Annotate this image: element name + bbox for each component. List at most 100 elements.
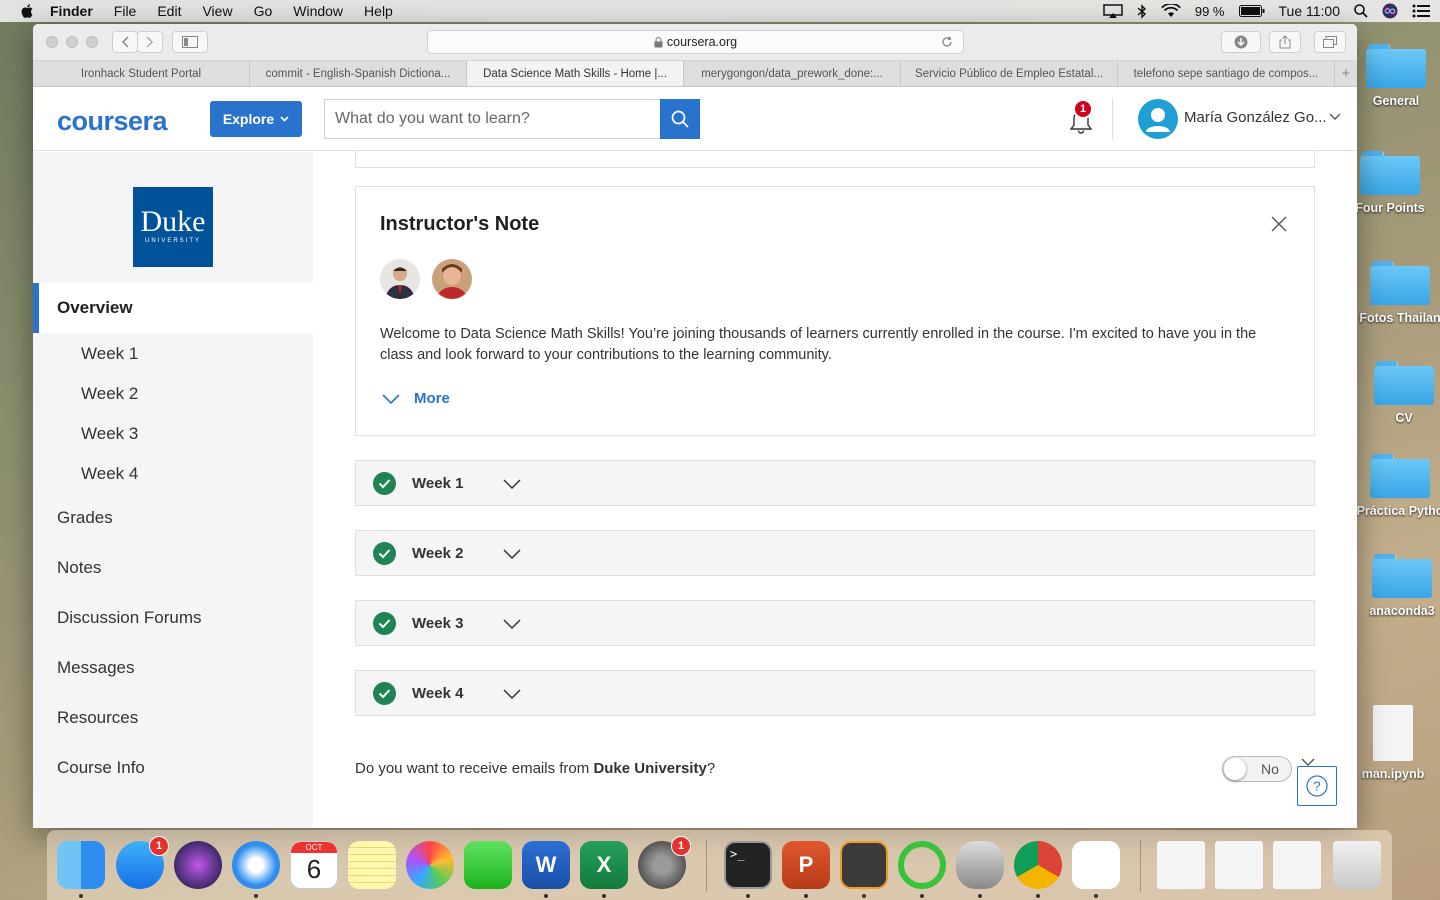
zoom-window-button[interactable] — [86, 36, 98, 48]
sidebar-item-discussion-forums[interactable]: Discussion Forums — [33, 593, 313, 643]
calendar-app-icon[interactable]: OCT 6 — [290, 841, 338, 889]
sidebar-item-grades[interactable]: Grades — [33, 493, 313, 543]
slack-app-icon[interactable] — [1072, 841, 1120, 889]
folder-icon — [1360, 151, 1420, 195]
desktop-folder-anaconda[interactable]: anaconda3 — [1356, 554, 1440, 618]
sidebar-item-week-2[interactable]: Week 2 — [81, 384, 138, 404]
forward-button[interactable] — [137, 31, 163, 53]
notification-center-icon[interactable] — [1412, 4, 1430, 18]
anaconda-app-icon[interactable] — [898, 841, 946, 889]
notes-app-icon[interactable] — [348, 841, 396, 889]
sidebar-item-messages[interactable]: Messages — [33, 643, 313, 693]
spotlight-search-icon[interactable] — [1354, 4, 1368, 18]
browser-tab[interactable]: merygongon/data_prework_done:... — [684, 61, 901, 86]
help-button[interactable]: ? — [1297, 766, 1337, 806]
browser-tab[interactable]: Ironhack Student Portal — [33, 61, 250, 86]
address-bar[interactable]: coursera.org — [427, 30, 964, 54]
finder-app-icon[interactable] — [57, 841, 105, 889]
close-icon[interactable] — [1270, 215, 1288, 233]
desktop-folder-four-points[interactable]: Four Points — [1344, 151, 1436, 215]
desktop-item-label: man.ipynb — [1361, 767, 1425, 781]
sublime-text-app-icon[interactable] — [840, 841, 888, 889]
new-tab-button[interactable]: + — [1335, 61, 1357, 86]
browser-tab[interactable]: telefono sepe santiago de compos... — [1118, 61, 1335, 86]
sidebar-item-course-info[interactable]: Course Info — [33, 743, 313, 793]
week-accordion-3[interactable]: Week 3 — [355, 600, 1315, 646]
sidebar-item-notes[interactable]: Notes — [33, 543, 313, 593]
sidebar-item-resources[interactable]: Resources — [33, 693, 313, 743]
menu-file[interactable]: File — [114, 3, 137, 19]
siri-icon[interactable] — [1382, 3, 1398, 19]
menu-window[interactable]: Window — [293, 3, 343, 19]
menu-view[interactable]: View — [202, 3, 232, 19]
desktop-folder-practica[interactable]: Práctica Pytho — [1354, 454, 1440, 518]
explore-button[interactable]: Explore — [210, 101, 302, 137]
siri-app-icon[interactable] — [174, 841, 222, 889]
word-app-icon[interactable]: W — [522, 841, 570, 889]
week-accordion-2[interactable]: Week 2 — [355, 530, 1315, 576]
instructor-avatar[interactable] — [432, 259, 472, 299]
chevron-down-icon[interactable] — [1329, 113, 1341, 121]
powerpoint-app-icon[interactable]: P — [782, 841, 830, 889]
minimize-window-button[interactable] — [66, 36, 78, 48]
desktop-folder-general[interactable]: General — [1350, 44, 1440, 108]
running-indicator — [1036, 894, 1040, 898]
photos-app-icon[interactable] — [406, 841, 454, 889]
chrome-app-icon[interactable] — [1014, 841, 1062, 889]
sidebar-toggle-button[interactable] — [172, 31, 208, 53]
terminal-app-icon[interactable]: >_ — [724, 841, 772, 889]
week-accordion-4[interactable]: Week 4 — [355, 670, 1315, 716]
folder-icon — [1370, 454, 1430, 498]
search-button[interactable] — [660, 99, 700, 139]
reload-icon[interactable] — [941, 36, 953, 48]
sidebar-item-week-1[interactable]: Week 1 — [81, 344, 138, 364]
excel-app-icon[interactable]: X — [580, 841, 628, 889]
recent-document-thumbnail[interactable] — [1157, 841, 1205, 889]
menu-go[interactable]: Go — [254, 3, 273, 19]
wifi-icon[interactable] — [1161, 4, 1181, 18]
tab-overview-button[interactable] — [1314, 31, 1346, 53]
menu-edit[interactable]: Edit — [157, 3, 181, 19]
chevron-down-icon[interactable] — [1301, 758, 1315, 766]
desktop-file-ipynb[interactable]: man.ipynb — [1346, 705, 1440, 781]
week-accordion-1[interactable]: Week 1 — [355, 460, 1315, 506]
database-app-icon[interactable] — [956, 841, 1004, 889]
facetime-app-icon[interactable] — [464, 841, 512, 889]
sidebar-item-overview[interactable]: Overview — [33, 283, 313, 333]
close-window-button[interactable] — [46, 36, 58, 48]
downloads-button[interactable] — [1221, 31, 1261, 53]
battery-icon[interactable] — [1238, 5, 1265, 17]
trash-icon[interactable] — [1333, 841, 1381, 889]
desktop-folder-fotos[interactable]: Fotos Thailan — [1354, 261, 1440, 325]
airplay-icon[interactable] — [1103, 4, 1123, 18]
user-name[interactable]: María González Go... — [1184, 109, 1327, 126]
browser-tab-active[interactable]: Data Science Math Skills - Home |... — [467, 61, 684, 86]
search-icon — [671, 110, 689, 128]
menu-help[interactable]: Help — [364, 3, 393, 19]
browser-tab[interactable]: commit - English-Spanish Dictiona... — [250, 61, 467, 86]
instructor-avatar[interactable] — [380, 259, 420, 299]
check-circle-icon — [373, 542, 396, 565]
sidebar-item-week-4[interactable]: Week 4 — [81, 464, 138, 484]
safari-app-icon[interactable] — [232, 841, 280, 889]
coursera-logo[interactable]: coursera — [57, 106, 168, 137]
browser-toolbar: coursera.org — [33, 24, 1357, 61]
user-icon — [1146, 108, 1170, 132]
avatar[interactable] — [1138, 99, 1178, 139]
bluetooth-icon[interactable] — [1137, 3, 1147, 19]
browser-tab[interactable]: Servicio Público de Empleo Estatal... — [901, 61, 1118, 86]
recent-document-thumbnail[interactable] — [1215, 841, 1263, 889]
desktop-folder-cv[interactable]: CV — [1358, 361, 1440, 425]
recent-document-thumbnail[interactable] — [1273, 841, 1321, 889]
duke-university-logo[interactable]: Duke UNIVERSITY — [133, 187, 213, 267]
tabs-icon — [1323, 36, 1337, 48]
apple-icon[interactable] — [20, 3, 36, 19]
search-input[interactable]: What do you want to learn? — [324, 99, 660, 139]
email-toggle[interactable]: No — [1222, 756, 1292, 782]
share-button[interactable] — [1269, 31, 1301, 53]
menu-finder[interactable]: Finder — [50, 3, 93, 19]
more-toggle[interactable]: More — [382, 390, 450, 407]
back-button[interactable] — [112, 31, 138, 53]
clock[interactable]: Tue 11:00 — [1279, 3, 1341, 19]
sidebar-item-week-3[interactable]: Week 3 — [81, 424, 138, 444]
